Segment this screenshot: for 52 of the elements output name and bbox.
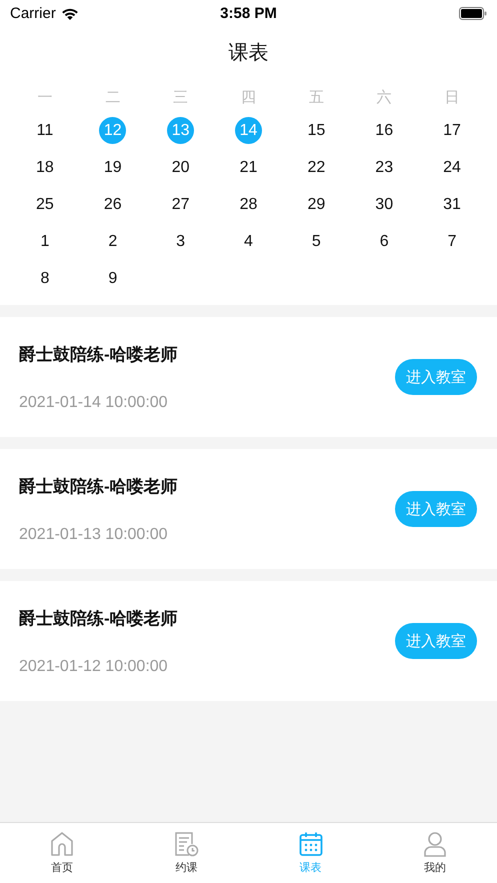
tab-item[interactable]: 首页 bbox=[0, 823, 124, 883]
weekday-label: 五 bbox=[308, 88, 324, 106]
calendar-day[interactable]: 17 bbox=[438, 117, 466, 144]
calendar-day[interactable]: 25 bbox=[31, 191, 58, 218]
tab-item[interactable]: 我的 bbox=[372, 823, 497, 883]
carrier-name: Carrier bbox=[10, 4, 56, 22]
weekday-label: 日 bbox=[444, 88, 460, 106]
calendar-day[interactable]: 30 bbox=[370, 191, 398, 218]
lesson-title: 爵士鼓陪练-哈喽老师 bbox=[19, 344, 178, 366]
calendar-day[interactable]: 22 bbox=[302, 154, 330, 181]
weekday-label: 六 bbox=[376, 88, 392, 106]
tab-item[interactable]: 约课 bbox=[124, 823, 248, 883]
calendar-day[interactable]: 23 bbox=[370, 154, 398, 181]
calendar-day[interactable]: 1 bbox=[31, 228, 58, 255]
wifi-icon bbox=[60, 6, 79, 20]
lesson-title: 爵士鼓陪练-哈喽老师 bbox=[19, 608, 178, 630]
page-title: 课表 bbox=[0, 26, 497, 82]
lesson-time: 2021-01-12 10:00:00 bbox=[19, 658, 169, 676]
calendar-day[interactable]: 28 bbox=[234, 191, 262, 218]
weekday-label: 四 bbox=[240, 88, 256, 106]
calendar-icon bbox=[298, 831, 323, 857]
calendar-day[interactable]: 8 bbox=[31, 265, 58, 292]
status-time: 3:58 PM bbox=[220, 4, 277, 22]
user-icon bbox=[422, 831, 447, 857]
calendar-day[interactable]: 11 bbox=[31, 117, 58, 144]
lesson-time: 2021-01-13 10:00:00 bbox=[19, 526, 169, 544]
calendar-day[interactable]: 29 bbox=[302, 191, 330, 218]
calendar-day[interactable]: 5 bbox=[302, 228, 330, 255]
lesson-time: 2021-01-14 10:00:00 bbox=[19, 394, 169, 412]
calendar-day[interactable]: 16 bbox=[370, 117, 398, 144]
weekday-label: 三 bbox=[173, 88, 188, 106]
calendar-day[interactable]: 9 bbox=[99, 265, 126, 292]
lesson-title: 爵士鼓陪练-哈喽老师 bbox=[19, 476, 178, 498]
calendar-day[interactable]: 26 bbox=[99, 191, 126, 218]
calendar-day[interactable]: 4 bbox=[234, 228, 262, 255]
calendar-day[interactable]: 18 bbox=[31, 154, 58, 181]
calendar-day[interactable]: 6 bbox=[370, 228, 398, 255]
weekday-label: 一 bbox=[37, 88, 52, 106]
calendar-day[interactable]: 7 bbox=[438, 228, 466, 255]
calendar-day[interactable]: 20 bbox=[167, 154, 194, 181]
calendar-day[interactable]: 31 bbox=[438, 191, 466, 218]
calendar-day[interactable]: 24 bbox=[438, 154, 466, 181]
calendar-day[interactable]: 27 bbox=[167, 191, 194, 218]
calendar-day[interactable]: 19 bbox=[99, 154, 126, 181]
home-icon bbox=[50, 831, 74, 857]
calendar-day[interactable]: 15 bbox=[302, 117, 330, 144]
weekday-label: 二 bbox=[105, 88, 120, 106]
document-clock-icon bbox=[173, 831, 200, 857]
battery-icon bbox=[459, 6, 487, 20]
calendar-day[interactable]: 21 bbox=[234, 154, 262, 181]
calendar-day[interactable]: 2 bbox=[99, 228, 126, 255]
calendar-day[interactable]: 3 bbox=[167, 228, 194, 255]
